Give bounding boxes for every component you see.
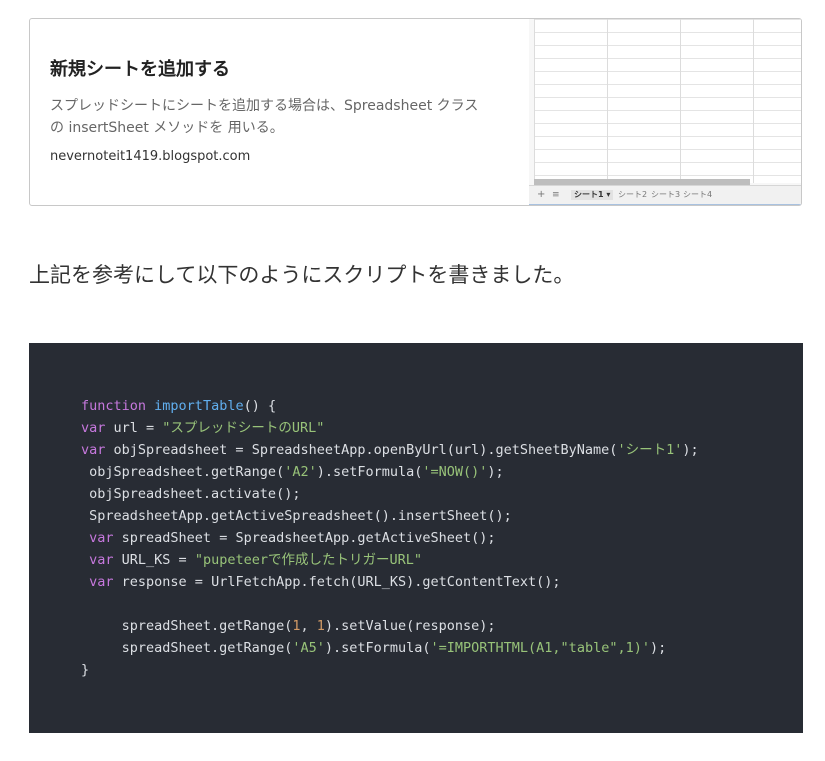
code-line: objSpreadsheet.activate(); xyxy=(81,486,300,502)
code-line: var URL_KS = "pupeteerで作成したトリガーURL" xyxy=(81,552,422,568)
code-line: spreadSheet.getRange(1, 1).setValue(resp… xyxy=(81,618,496,634)
code-token: 'A5' xyxy=(292,640,325,656)
code-token: 'シート1' xyxy=(617,442,683,458)
code-token: ); xyxy=(682,442,699,458)
code-token: 1 xyxy=(316,618,325,634)
code-token: spreadSheet.getRange( xyxy=(81,618,293,634)
code-token: "pupeteerで作成したトリガーURL" xyxy=(194,552,422,568)
code-token: var xyxy=(89,530,114,546)
code-token: spreadSheet.getRange( xyxy=(81,640,293,656)
code-content: function importTable() { var url = "スプレッ… xyxy=(81,395,803,681)
code-token: ).setFormula( xyxy=(324,640,431,656)
code-token: importTable xyxy=(154,398,244,414)
code-token: var xyxy=(89,552,114,568)
code-token: spreadSheet = SpreadsheetApp.getActiveSh… xyxy=(113,530,496,546)
code-token: ); xyxy=(487,464,504,480)
code-token: , xyxy=(300,618,317,634)
code-token: url = xyxy=(105,420,163,436)
code-line: var spreadSheet = SpreadsheetApp.getActi… xyxy=(81,530,496,546)
code-token: ).setValue(response); xyxy=(324,618,496,634)
sheet-list-icon: ≡ xyxy=(552,190,560,200)
code-line: spreadSheet.getRange('A5').setFormula('=… xyxy=(81,640,667,656)
link-card-domain: nevernoteit1419.blogspot.com xyxy=(50,149,251,164)
code-token: objSpreadsheet = SpreadsheetApp.openByUr… xyxy=(105,442,618,458)
code-token: } xyxy=(81,662,90,678)
spreadsheet-grid-image xyxy=(534,19,801,183)
sheet-tab: シート2 xyxy=(618,190,648,199)
link-card-text: 新規シートを追加する スプレッドシートにシートを追加する場合は、Spreadsh… xyxy=(50,57,510,167)
spreadsheet-tab-bar: + ≡ シート1 ▾ シート2 シート3 シート4 xyxy=(529,185,801,204)
link-card-description-line2: の insertSheet メソッドを 用いる。 xyxy=(50,120,284,136)
sheet-tab: シート1 ▾ xyxy=(571,190,614,200)
code-line: var url = "スプレッドシートのURL" xyxy=(81,420,324,436)
link-card-thumbnail: + ≡ シート1 ▾ シート2 シート3 シート4 xyxy=(529,19,801,205)
code-token: "スプレッドシートのURL" xyxy=(162,420,325,436)
code-line: objSpreadsheet.getRange('A2').setFormula… xyxy=(81,464,504,480)
code-block: function importTable() { var url = "スプレッ… xyxy=(29,343,803,733)
code-token: SpreadsheetApp.getActiveSpreadsheet().in… xyxy=(81,508,512,524)
link-card[interactable]: 新規シートを追加する スプレッドシートにシートを追加する場合は、Spreadsh… xyxy=(29,18,802,206)
code-line: var objSpreadsheet = SpreadsheetApp.open… xyxy=(81,442,699,458)
code-line: var response = UrlFetchApp.fetch(URL_KS)… xyxy=(81,574,561,590)
link-card-description: スプレッドシートにシートを追加する場合は、Spreadsheet クラス の i… xyxy=(50,95,510,139)
code-line: function importTable() { xyxy=(81,398,276,414)
code-token: response = UrlFetchApp.fetch(URL_KS).get… xyxy=(113,574,561,590)
code-line: SpreadsheetApp.getActiveSpreadsheet().in… xyxy=(81,508,512,524)
code-token: '=IMPORTHTML(A1,"table",1)' xyxy=(430,640,650,656)
code-token: ).setFormula( xyxy=(316,464,423,480)
sheet-tab: シート4 xyxy=(683,190,713,199)
code-token: objSpreadsheet.getRange( xyxy=(81,464,285,480)
sheet-tab: シート3 xyxy=(651,190,681,199)
code-token: '=NOW()' xyxy=(422,464,488,480)
code-line: } xyxy=(81,662,89,678)
link-card-description-line1: スプレッドシートにシートを追加する場合は、Spreadsheet クラス xyxy=(50,98,479,114)
code-token: 'A2' xyxy=(284,464,317,480)
code-token: function xyxy=(81,398,147,414)
code-token: ); xyxy=(649,640,667,656)
code-token: URL_KS = xyxy=(113,552,195,568)
code-token: () { xyxy=(243,398,277,414)
code-token: objSpreadsheet.activate(); xyxy=(81,486,301,502)
spreadsheet-bottom-edge xyxy=(529,204,801,205)
code-token: var xyxy=(81,442,106,458)
body-paragraph: 上記を参考にして以下のようにスクリプトを書きました。 xyxy=(29,263,575,287)
add-sheet-icon: + xyxy=(537,189,546,200)
link-card-title: 新規シートを追加する xyxy=(50,59,230,80)
code-token: var xyxy=(89,574,114,590)
code-token: var xyxy=(81,420,106,436)
